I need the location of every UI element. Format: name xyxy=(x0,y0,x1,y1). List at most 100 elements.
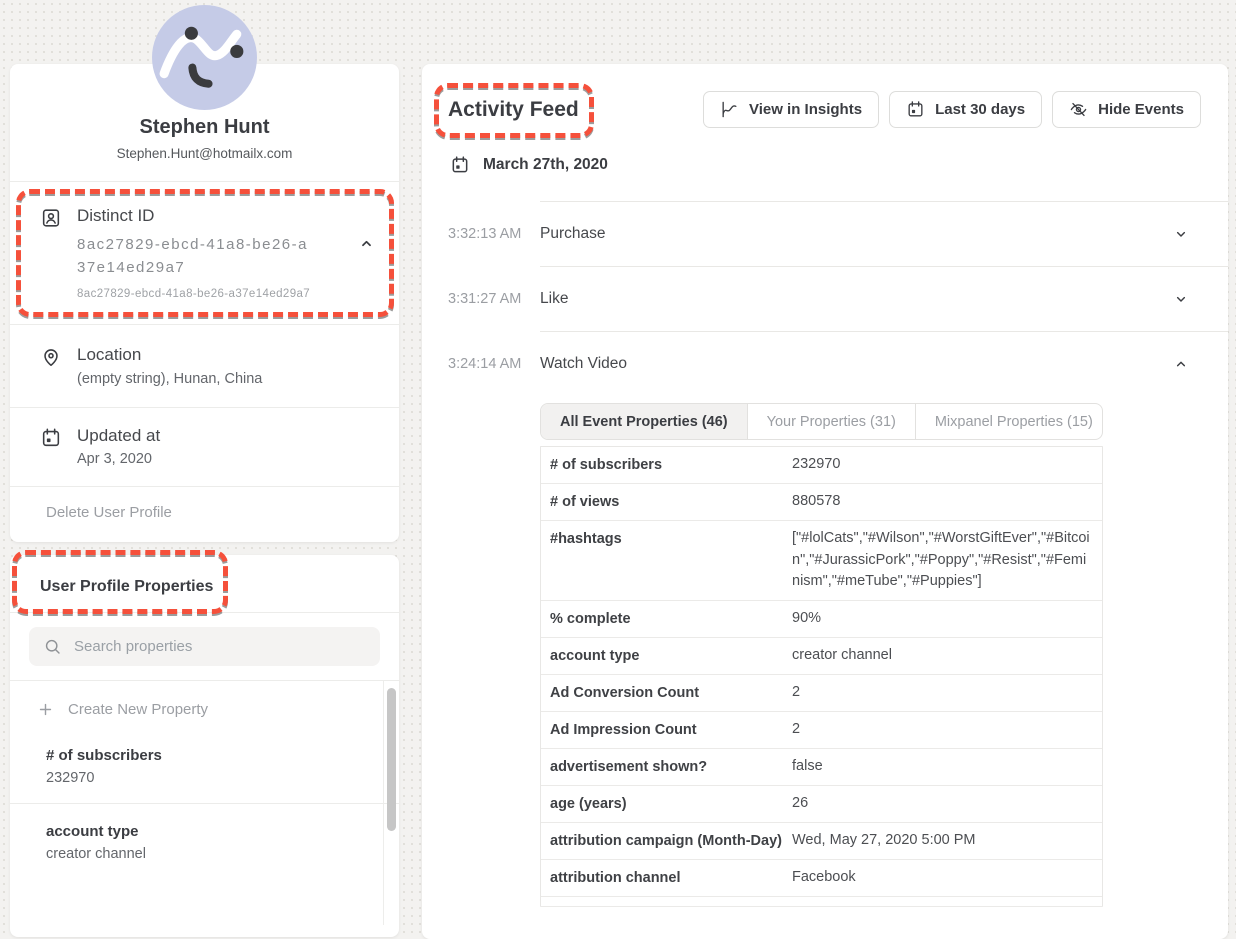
event-name: Purchase xyxy=(540,225,605,243)
property-value: creator channel xyxy=(46,846,359,862)
view-in-insights-button[interactable]: View in Insights xyxy=(703,91,879,128)
property-value: 26 xyxy=(792,786,1102,822)
create-new-property-button[interactable]: Create New Property xyxy=(10,681,399,728)
table-row: Ad Conversion Count 2 xyxy=(541,675,1102,712)
user-avatar xyxy=(152,5,257,110)
table-row: attribution channel Facebook xyxy=(541,860,1102,897)
event-properties-table: # of subscribers 232970 # of views 88057… xyxy=(540,446,1103,907)
event-name: Watch Video xyxy=(540,355,627,373)
location-section: Location (empty string), Hunan, China xyxy=(10,324,399,407)
user-name: Stephen Hunt xyxy=(26,116,383,139)
property-value: 232970 xyxy=(46,770,359,786)
tab-all-event-properties[interactable]: All Event Properties (46) xyxy=(541,404,748,439)
search-properties-input[interactable] xyxy=(74,638,366,655)
property-key: # of subscribers xyxy=(541,447,792,483)
properties-panel-title-row: User Profile Properties xyxy=(10,555,399,612)
table-row: age (years) 26 xyxy=(541,786,1102,823)
activity-feed-header: Activity Feed View in Insights xyxy=(422,64,1228,128)
feed-actions: View in Insights Last 30 days xyxy=(703,91,1201,128)
hide-events-label: Hide Events xyxy=(1098,101,1184,118)
activity-feed-title: Activity Feed xyxy=(448,98,579,122)
property-value: Wed, May 27, 2020 5:00 PM xyxy=(792,823,1102,859)
table-row: # of views 880578 xyxy=(541,484,1102,521)
scrollbar-track[interactable] xyxy=(383,681,399,925)
event-name: Like xyxy=(540,290,568,308)
date-group-header: March 27th, 2020 xyxy=(450,155,1228,175)
updated-at-value: Apr 3, 2020 xyxy=(77,451,160,467)
user-email: Stephen.Hunt@hotmailx.com xyxy=(26,146,383,161)
insights-chart-icon xyxy=(720,100,739,119)
property-value: 2 xyxy=(792,712,1102,748)
event-time: 3:24:14 AM xyxy=(448,356,540,372)
property-value: Facebook xyxy=(792,860,1102,896)
updated-at-section: Updated at Apr 3, 2020 xyxy=(10,407,399,486)
tab-mixpanel-properties[interactable]: Mixpanel Properties (15) xyxy=(916,404,1103,439)
user-profile-properties-card: User Profile Properties Create New Prope… xyxy=(10,555,399,937)
user-profile-card: Stephen Hunt Stephen.Hunt@hotmailx.com D… xyxy=(10,64,399,542)
distinct-id-secondary: 8ac27829-ebcd-41a8-be26-a37e14ed29a7 xyxy=(77,288,317,300)
table-row xyxy=(541,897,1102,907)
create-new-property-label: Create New Property xyxy=(68,701,208,718)
calendar-icon xyxy=(906,100,925,119)
property-value: 232970 xyxy=(792,447,1102,483)
table-row: # of subscribers 232970 xyxy=(541,447,1102,484)
property-key: advertisement shown? xyxy=(541,749,792,785)
distinct-id-label: Distinct ID xyxy=(77,206,317,226)
id-badge-icon xyxy=(40,206,62,300)
hide-events-button[interactable]: Hide Events xyxy=(1052,91,1201,128)
property-name: # of subscribers xyxy=(46,747,359,764)
table-row: % complete 90% xyxy=(541,601,1102,638)
location-label: Location xyxy=(77,345,262,365)
location-pin-icon xyxy=(40,345,62,387)
search-wrap xyxy=(10,612,399,680)
table-row: attribution campaign (Month-Day) Wed, Ma… xyxy=(541,823,1102,860)
tab-your-properties[interactable]: Your Properties (31) xyxy=(748,404,916,439)
property-key: attribution campaign (Month-Day) xyxy=(541,823,792,859)
table-row: account type creator channel xyxy=(541,638,1102,675)
date-group-label: March 27th, 2020 xyxy=(483,156,608,174)
event-properties-tabs: All Event Properties (46) Your Propertie… xyxy=(540,403,1103,440)
table-row: #hashtags ["#lolCats","#Wilson","#WorstG… xyxy=(541,521,1102,601)
property-key: age (years) xyxy=(541,786,792,822)
event-row-purchase[interactable]: 3:32:13 AM Purchase xyxy=(422,202,1228,266)
property-key: Ad Impression Count xyxy=(541,712,792,748)
chevron-down-icon[interactable] xyxy=(1173,226,1189,242)
property-value: 90% xyxy=(792,601,1102,637)
property-value: 880578 xyxy=(792,484,1102,520)
distinct-id-value: 8ac27829-ebcd-41a8-be26-a37e14ed29a7 xyxy=(77,233,317,279)
properties-list: Create New Property # of subscribers 232… xyxy=(10,680,399,925)
table-row: advertisement shown? false xyxy=(541,749,1102,786)
updated-at-label: Updated at xyxy=(77,426,160,446)
date-range-button[interactable]: Last 30 days xyxy=(889,91,1042,128)
view-in-insights-label: View in Insights xyxy=(749,101,862,118)
scrollbar-thumb[interactable] xyxy=(387,688,396,831)
property-name: account type xyxy=(46,823,359,840)
properties-panel-title: User Profile Properties xyxy=(40,578,213,595)
search-icon xyxy=(43,637,62,656)
delete-user-profile-button[interactable]: Delete User Profile xyxy=(10,486,399,542)
eye-off-icon xyxy=(1069,100,1088,119)
property-value: ["#lolCats","#Wilson","#WorstGiftEver","… xyxy=(792,521,1102,600)
property-key: # of views xyxy=(541,484,792,520)
property-value: creator channel xyxy=(792,638,1102,674)
calendar-icon xyxy=(40,426,62,467)
event-row-watch-video[interactable]: 3:24:14 AM Watch Video xyxy=(422,332,1228,396)
property-item[interactable]: # of subscribers 232970 xyxy=(10,728,399,803)
event-time: 3:31:27 AM xyxy=(448,291,540,307)
chevron-down-icon[interactable] xyxy=(1173,291,1189,307)
distinct-id-section[interactable]: Distinct ID 8ac27829-ebcd-41a8-be26-a37e… xyxy=(10,181,399,324)
property-key: % complete xyxy=(541,601,792,637)
search-box[interactable] xyxy=(29,627,380,666)
event-time: 3:32:13 AM xyxy=(448,226,540,242)
property-item[interactable]: account type creator channel xyxy=(10,803,399,879)
date-range-label: Last 30 days xyxy=(935,101,1025,118)
property-value: 2 xyxy=(792,675,1102,711)
property-key: account type xyxy=(541,638,792,674)
activity-feed-card: Activity Feed View in Insights xyxy=(422,64,1228,939)
location-value: (empty string), Hunan, China xyxy=(77,371,262,387)
plus-icon xyxy=(37,701,54,718)
chevron-up-icon[interactable] xyxy=(1173,356,1189,372)
event-row-like[interactable]: 3:31:27 AM Like xyxy=(422,267,1228,331)
event-properties-panel: All Event Properties (46) Your Propertie… xyxy=(540,403,1103,907)
chevron-up-icon[interactable] xyxy=(358,235,375,252)
